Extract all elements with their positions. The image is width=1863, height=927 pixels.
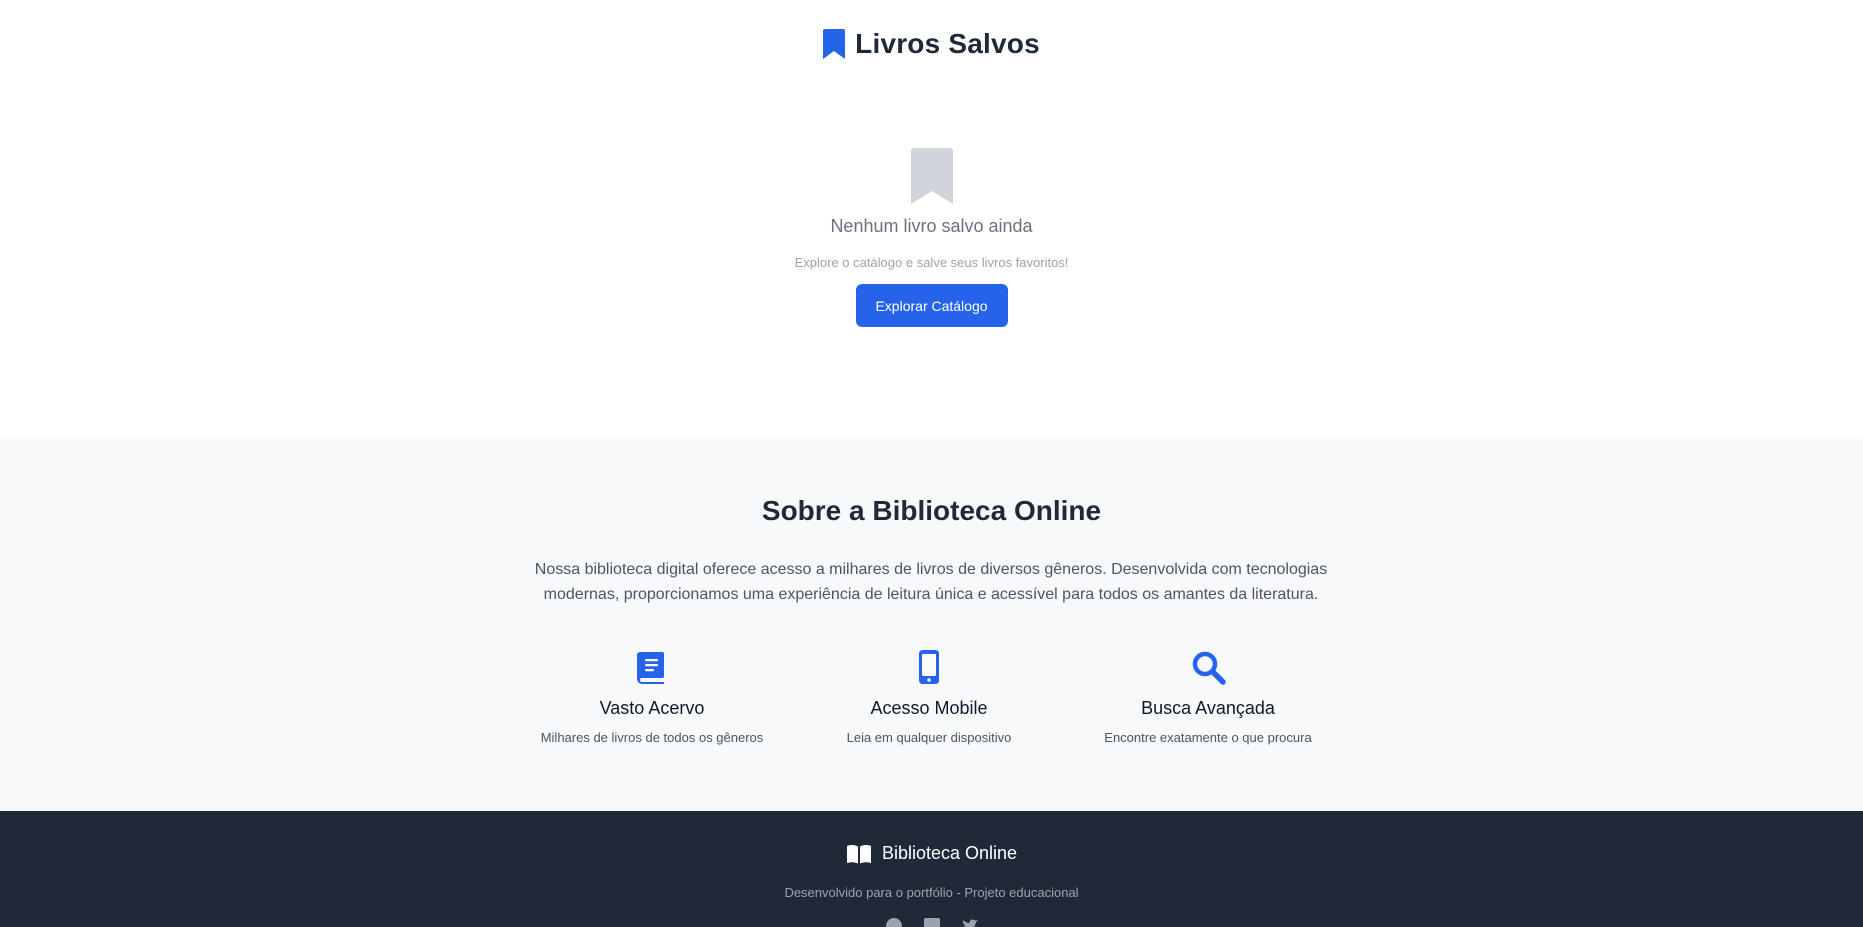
about-description: Nossa biblioteca digital oferece acesso … (534, 561, 1328, 603)
footer-brand: Biblioteca Online (0, 843, 1863, 864)
feature-mobile-access: Acesso Mobile Leia em qualquer dispositi… (789, 649, 1069, 745)
about-section: Sobre a Biblioteca Online Nossa bibliote… (0, 437, 1863, 811)
feature-title: Vasto Acervo (599, 698, 705, 718)
explore-catalog-button[interactable]: Explorar Catálogo (855, 284, 1008, 327)
search-icon (1192, 651, 1226, 685)
feature-title: Acesso Mobile (870, 698, 988, 718)
saved-title: Livros Salvos (0, 28, 1863, 60)
empty-state-title: Nenhum livro salvo ainda (830, 216, 1033, 236)
about-title: Sobre a Biblioteca Online (761, 495, 1102, 526)
bookmark-icon (910, 148, 953, 204)
twitter-icon[interactable] (961, 917, 979, 927)
linkedin-icon[interactable] (923, 917, 941, 927)
footer-credit: Desenvolvido para o portfólio - Projeto … (784, 885, 1079, 900)
saved-books-section: Livros Salvos Nenhum livro salvo ainda E… (0, 0, 1863, 437)
github-icon[interactable] (885, 917, 903, 927)
mobile-icon (919, 650, 939, 684)
book-icon (637, 652, 664, 684)
page-title: Livros Salvos (855, 28, 1040, 59)
feature-description: Leia em qualquer dispositivo (846, 730, 1012, 745)
bookmark-icon (823, 29, 846, 59)
feature-title: Busca Avançada (1141, 698, 1275, 718)
feature-vast-collection: Vasto Acervo Milhares de livros de todos… (512, 649, 792, 745)
empty-state-subtitle: Explore o catálogo e salve seus livros f… (794, 255, 1069, 270)
social-links (0, 917, 1863, 927)
feature-advanced-search: Busca Avançada Encontre exatamente o que… (1068, 649, 1348, 745)
empty-state: Nenhum livro salvo ainda Explore o catál… (0, 148, 1863, 327)
feature-description: Milhares de livros de todos os gêneros (540, 730, 764, 745)
footer-brand-name: Biblioteca Online (881, 843, 1018, 863)
book-open-icon (846, 844, 871, 863)
features-list: Vasto Acervo Milhares de livros de todos… (0, 649, 1863, 759)
footer: Biblioteca Online Desenvolvido para o po… (0, 811, 1863, 927)
feature-description: Encontre exatamente o que procura (1104, 730, 1312, 745)
